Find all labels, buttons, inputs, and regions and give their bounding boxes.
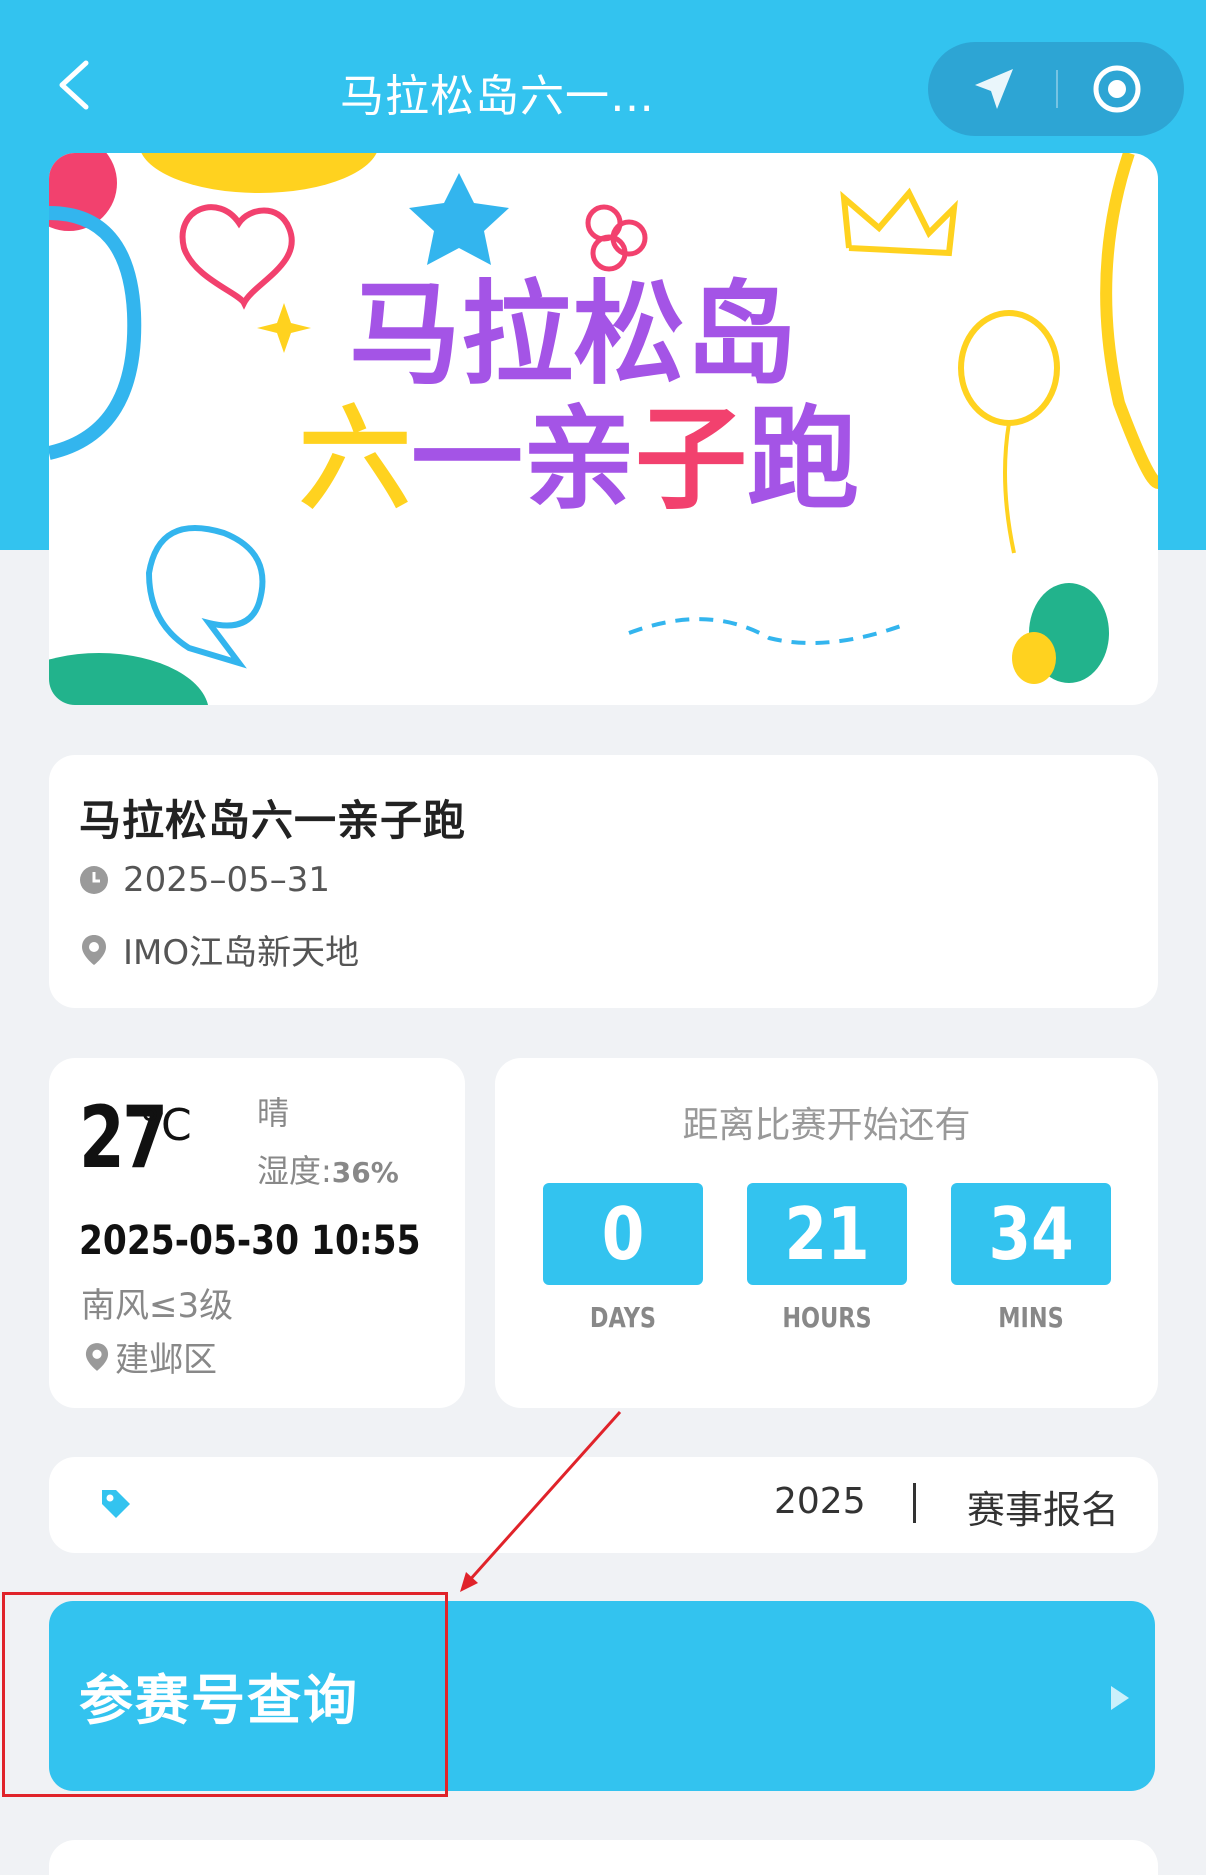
event-date-row: 2025–05–31 — [79, 860, 330, 900]
location-pin-icon — [79, 934, 109, 965]
location-button[interactable] — [934, 42, 1052, 136]
wind-level: 南风≤3级 — [81, 1286, 234, 1326]
humidity-value: 36% — [331, 1156, 399, 1189]
event-banner[interactable]: 马拉松岛 六一亲子跑 — [49, 153, 1158, 705]
whale-icon — [145, 525, 266, 669]
countdown-days-label: DAYS — [589, 1301, 657, 1334]
triangle-right-icon — [1111, 1686, 1129, 1710]
crown-icon — [840, 187, 958, 257]
event-name: 马拉松岛六一亲子跑 — [79, 796, 467, 845]
bib-number-query-button[interactable]: 参赛号查询 — [49, 1601, 1155, 1791]
registration-bar: 2025 赛事报名 — [49, 1457, 1158, 1553]
countdown-days-box: 0 — [543, 1183, 703, 1285]
event-location: IMO江岛新天地 — [123, 933, 360, 973]
countdown-card: 距离比赛开始还有 0 21 34 DAYS HOURS MINS — [495, 1058, 1158, 1408]
countdown-hours: 21 — [784, 1192, 870, 1276]
query-label: 参赛号查询 — [79, 1669, 359, 1732]
countdown-mins: 34 — [988, 1192, 1074, 1276]
registration-button[interactable]: 赛事报名 — [967, 1479, 1119, 1534]
mini-program-capsule — [928, 42, 1184, 136]
chevron-left-icon — [59, 60, 89, 110]
blob-green-icon — [49, 653, 208, 705]
registration-marquee-text: 2025 — [774, 1481, 864, 1522]
heart-icon — [179, 204, 295, 310]
balloon-icon — [958, 310, 1060, 426]
navigation-arrow-icon — [975, 69, 1013, 109]
next-section-card — [49, 1840, 1158, 1875]
banner-illustration: 马拉松岛 六一亲子跑 — [49, 153, 1158, 705]
countdown-hours-box: 21 — [747, 1183, 907, 1285]
tag-icon — [102, 1490, 130, 1518]
registration-divider — [913, 1483, 916, 1523]
countdown-mins-label: MINS — [998, 1301, 1064, 1334]
humidity-label: 湿度: — [257, 1152, 332, 1190]
record-circle-icon — [1093, 65, 1141, 113]
arc-yellow-icon — [1100, 153, 1158, 489]
countdown-hours-label: HOURS — [782, 1301, 872, 1334]
banner-line2: 六一亲子跑 — [299, 395, 859, 525]
back-button[interactable] — [50, 55, 100, 115]
countdown-title: 距离比赛开始还有 — [682, 1105, 971, 1146]
district-name: 建邺区 — [115, 1340, 217, 1380]
weather-card: 27 °C 晴 湿度:36% 2025-05-30 10:55 南风≤3级 建邺… — [49, 1058, 465, 1408]
star-icon — [409, 173, 509, 265]
event-date: 2025–05–31 — [123, 860, 331, 900]
event-location-row: IMO江岛新天地 — [79, 925, 359, 974]
countdown-days: 0 — [601, 1192, 645, 1276]
clock-icon — [79, 865, 109, 895]
page-title: 马拉松岛六一… — [340, 71, 655, 122]
weather-district-row: 建邺区 — [85, 1332, 217, 1381]
location-pin-icon — [85, 1342, 109, 1372]
weather-condition: 晴 — [257, 1094, 290, 1132]
blob-yellow-icon — [141, 153, 377, 193]
countdown-mins-box: 34 — [951, 1183, 1111, 1285]
arc-blue-icon — [49, 206, 142, 460]
event-info-card: 马拉松岛六一亲子跑 2025–05–31 IMO江岛新天地 — [49, 755, 1158, 1008]
close-mini-program-button[interactable] — [1058, 42, 1176, 136]
temperature-unit: °C — [139, 1100, 192, 1151]
weather-datetime: 2025-05-30 10:55 — [79, 1218, 421, 1264]
banner-line1: 马拉松岛 — [349, 270, 797, 400]
nav-header: 马拉松岛六一… — [0, 0, 1206, 150]
humidity: 湿度:36% — [257, 1146, 399, 1192]
